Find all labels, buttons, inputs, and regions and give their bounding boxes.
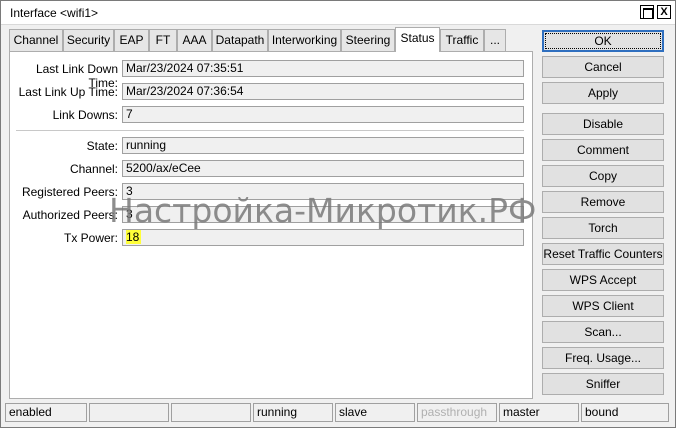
- apply-button[interactable]: Apply: [542, 82, 664, 104]
- title-bar: Interface <wifi1> X: [1, 1, 675, 25]
- tab-datapath[interactable]: Datapath: [212, 29, 268, 51]
- status-master: master: [499, 403, 579, 422]
- freq-usage-button[interactable]: Freq. Usage...: [542, 347, 664, 369]
- copy-button[interactable]: Copy: [542, 165, 664, 187]
- sniffer-button[interactable]: Sniffer: [542, 373, 664, 395]
- authorized-peers-label: Authorized Peers:: [22, 208, 118, 222]
- wps-accept-button[interactable]: WPS Accept: [542, 269, 664, 291]
- torch-button[interactable]: Torch: [542, 217, 664, 239]
- state-label: State:: [86, 139, 118, 153]
- status-cell-empty-1: [89, 403, 169, 422]
- window-title: Interface <wifi1>: [10, 6, 99, 20]
- wps-client-button[interactable]: WPS Client: [542, 295, 664, 317]
- link-downs-field: 7: [122, 106, 524, 123]
- state-field: running: [122, 137, 524, 154]
- tx-power-field: 18: [122, 229, 524, 246]
- cancel-button[interactable]: Cancel: [542, 56, 664, 78]
- status-bound: bound: [581, 403, 669, 422]
- status-slave: slave: [335, 403, 415, 422]
- tx-power-label: Tx Power:: [63, 231, 118, 245]
- link-downs-label: Link Downs:: [52, 108, 118, 122]
- status-running: running: [253, 403, 333, 422]
- tab-traffic[interactable]: Traffic: [440, 29, 484, 51]
- last-link-down-time-field: Mar/23/2024 07:35:51: [122, 60, 524, 77]
- tx-power-value: 18: [126, 230, 142, 244]
- tab-channel[interactable]: Channel: [9, 29, 63, 51]
- last-link-up-time-label: Last Link Up Time:: [18, 85, 118, 99]
- close-icon[interactable]: X: [657, 5, 671, 19]
- status-cell-empty-2: [171, 403, 251, 422]
- interface-window: Interface <wifi1> X Channel Security EAP…: [0, 0, 676, 428]
- tab-status[interactable]: Status: [395, 27, 440, 52]
- status-passthrough: passthrough: [417, 403, 497, 422]
- maximize-icon[interactable]: [640, 5, 654, 19]
- status-enabled: enabled: [5, 403, 87, 422]
- comment-button[interactable]: Comment: [542, 139, 664, 161]
- last-link-up-time-field: Mar/23/2024 07:36:54: [122, 83, 524, 100]
- scan-button[interactable]: Scan...: [542, 321, 664, 343]
- tab-aaa[interactable]: AAA: [177, 29, 212, 51]
- tab-more[interactable]: ...: [484, 29, 506, 51]
- channel-field: 5200/ax/eCee: [122, 160, 524, 177]
- remove-button[interactable]: Remove: [542, 191, 664, 213]
- authorized-peers-field: 3: [122, 206, 524, 223]
- tab-interworking[interactable]: Interworking: [268, 29, 341, 51]
- tab-steering[interactable]: Steering: [341, 29, 395, 51]
- registered-peers-label: Registered Peers:: [21, 185, 118, 199]
- disable-button[interactable]: Disable: [542, 113, 664, 135]
- ok-button[interactable]: OK: [542, 30, 664, 52]
- status-panel: Last Link Down Time: Mar/23/2024 07:35:5…: [9, 51, 533, 399]
- tab-security[interactable]: Security: [63, 29, 114, 51]
- tab-eap[interactable]: EAP: [114, 29, 149, 51]
- registered-peers-field: 3: [122, 183, 524, 200]
- section-divider: [16, 130, 524, 131]
- tab-ft[interactable]: FT: [149, 29, 177, 51]
- channel-label: Channel:: [69, 162, 118, 176]
- reset-traffic-counters-button[interactable]: Reset Traffic Counters: [542, 243, 664, 265]
